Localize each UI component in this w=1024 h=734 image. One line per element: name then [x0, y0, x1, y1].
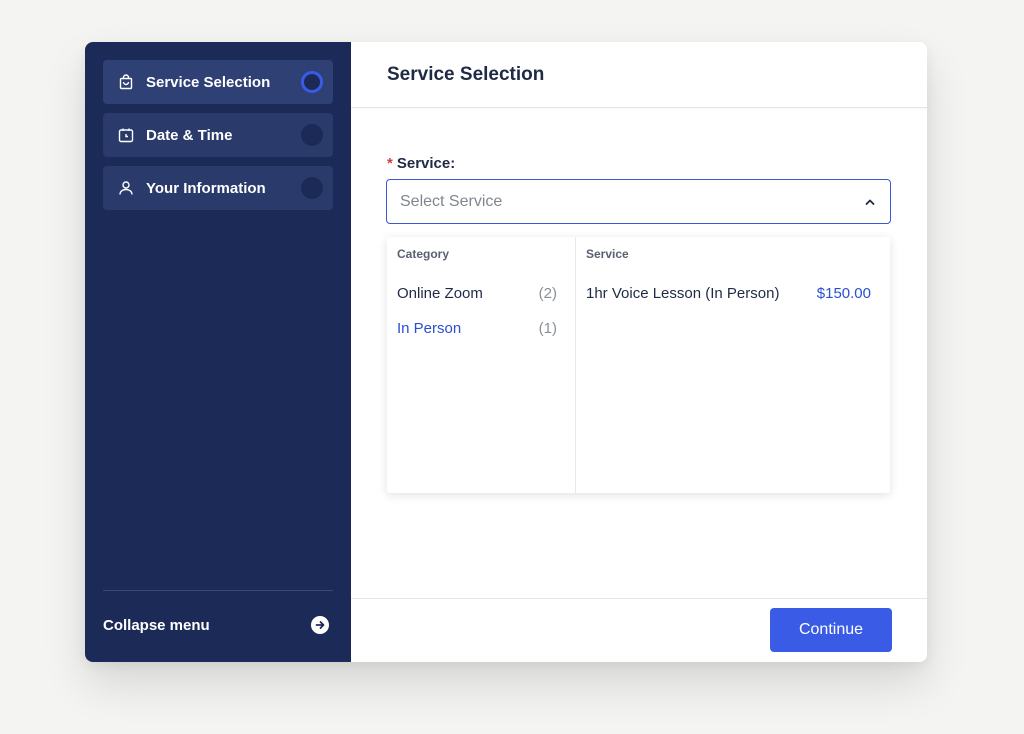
continue-button[interactable]: Continue — [770, 608, 892, 652]
chevron-up-icon — [864, 196, 876, 208]
category-column-header: Category — [397, 247, 450, 261]
footer-bar: Continue — [351, 598, 927, 662]
step-your-information[interactable]: Your Information — [103, 166, 333, 210]
step-status-indicator — [301, 71, 323, 93]
service-field-label: * Service: — [387, 155, 455, 172]
service-column: Service 1hr Voice Lesson (In Person) $15… — [576, 237, 890, 493]
service-dropdown-panel: Category Online Zoom (2) In Person (1) S… — [387, 237, 890, 493]
booking-widget: Service Selection Date & Time Your Infor… — [85, 42, 927, 662]
sidebar: Service Selection Date & Time Your Infor… — [85, 42, 351, 662]
step-label: Service Selection — [146, 73, 271, 91]
service-label-text: Service: — [396, 155, 456, 172]
calendar-clock-icon — [118, 127, 134, 143]
step-status-indicator — [301, 177, 323, 199]
collapse-menu-button[interactable]: Collapse menu — [103, 612, 333, 638]
required-marker: * — [387, 155, 393, 172]
step-label: Date & Time — [146, 126, 233, 144]
step-date-time[interactable]: Date & Time — [103, 113, 333, 157]
service-name: 1hr Voice Lesson (In Person) — [586, 284, 780, 302]
step-label: Your Information — [146, 179, 266, 197]
service-select-placeholder: Select Service — [400, 192, 503, 210]
page-title: Service Selection — [351, 42, 927, 108]
category-name: In Person — [397, 319, 462, 337]
category-name: Online Zoom — [397, 284, 483, 302]
category-count: (1) — [538, 319, 557, 337]
arrow-right-circle-icon — [311, 616, 329, 634]
user-icon — [118, 180, 134, 196]
category-item-in-person[interactable]: In Person (1) — [397, 317, 557, 339]
main-panel: Service Selection * Service: Select Servi… — [351, 42, 927, 662]
sidebar-divider — [103, 590, 333, 591]
shopping-bag-icon — [118, 74, 134, 90]
service-select[interactable]: Select Service — [386, 179, 891, 224]
service-option[interactable]: 1hr Voice Lesson (In Person) $150.00 — [586, 282, 871, 304]
category-count: (2) — [538, 284, 557, 302]
category-column: Category Online Zoom (2) In Person (1) — [387, 237, 576, 493]
step-service-selection[interactable]: Service Selection — [103, 60, 333, 104]
service-price: $150.00 — [816, 284, 871, 302]
step-status-indicator — [301, 124, 323, 146]
collapse-menu-label: Collapse menu — [103, 616, 210, 634]
category-item-online-zoom[interactable]: Online Zoom (2) — [397, 282, 557, 304]
service-column-header: Service — [586, 247, 629, 261]
